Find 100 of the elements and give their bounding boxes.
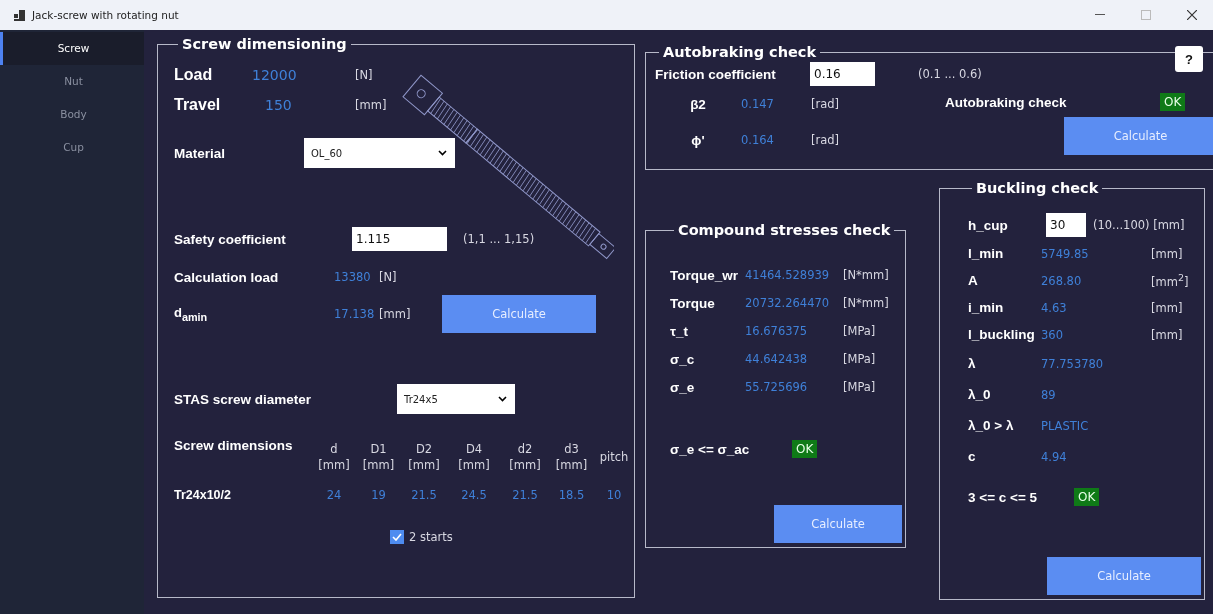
field-label: Calculation load [174, 269, 280, 285]
checkbox-label: 2 starts [409, 530, 453, 544]
safety-coefficient-field[interactable]: 1.115 [352, 227, 447, 251]
screw-diameter-dropdown[interactable]: Tr24x5 [397, 384, 515, 414]
sidebar-item[interactable]: Nut [0, 65, 144, 98]
table-cell-text: 24.5 [460, 488, 488, 502]
field-value: 4.63 [1041, 300, 1068, 315]
minimize-icon[interactable] [1095, 14, 1105, 16]
checkbox[interactable] [390, 530, 404, 544]
unit-label: [mm] [1151, 246, 1183, 261]
range-label: (1,1 ... 1,15) [463, 232, 535, 246]
field-value: 4.94 [1041, 449, 1068, 464]
field-label: Friction coefficient [655, 66, 777, 82]
field-label: λ [968, 356, 977, 371]
field-label: i_min [968, 300, 1005, 315]
field-value: 13380 [334, 270, 372, 284]
sidebar-item[interactable]: Body [0, 98, 144, 131]
field-value: 16.676375 [745, 324, 809, 338]
field-value: 150 [264, 97, 293, 113]
field-label: c [968, 449, 977, 464]
column-unit: [mm] [318, 458, 350, 472]
field-label: λ_0 [968, 387, 992, 402]
panel-title: Buckling check [975, 180, 1100, 196]
field-label: ϕ' [690, 132, 706, 148]
unit-label: [mm] [1151, 300, 1183, 315]
friction-coefficient-field[interactable]: 0.16 [810, 62, 875, 86]
sidebar-item[interactable]: Cup [0, 131, 144, 164]
field-value: 20732.264470 [745, 296, 831, 310]
field-label: Torque_wr [670, 267, 739, 283]
close-icon[interactable] [1187, 10, 1197, 20]
field-label: Safety coefficient [174, 231, 287, 247]
field-label: STAS screw diameter [174, 391, 313, 407]
panel-title: Screw dimensioning [181, 36, 348, 52]
column-header: d2 [517, 442, 533, 456]
unit-label: [N] [379, 270, 397, 284]
panel-title: Compound stresses check [677, 222, 892, 238]
field-label: σ_c [670, 351, 696, 367]
field-value: 55.725696 [745, 380, 809, 394]
app-icon [14, 9, 26, 21]
column-unit: [mm] [458, 458, 490, 472]
table-cell-text: 18.5 [557, 488, 586, 502]
column-header: D4 [465, 442, 483, 456]
field-label: A [968, 273, 979, 288]
column-unit: [mm] [362, 458, 395, 472]
table-cell-text: 21.5 [511, 488, 539, 502]
field-value: 360 [1041, 327, 1064, 342]
field-label: λ_0 > λ [968, 418, 1015, 433]
field-label: d$_{amin}$ [174, 305, 209, 323]
unit-label: [mm] [355, 98, 387, 112]
unit-label: [MPa] [843, 380, 876, 394]
field-value: 17.138 [334, 307, 376, 321]
material-dropdown[interactable]: OL_60 [304, 138, 455, 168]
unit-label: [MPa] [843, 324, 876, 338]
field-label: Material [174, 145, 227, 161]
chevron-icon [498, 396, 507, 402]
field-label: β2 [689, 96, 707, 112]
field-label: Travel [174, 96, 222, 114]
unit-label: [MPa] [843, 352, 876, 366]
panel-title: Autobraking check [662, 44, 818, 60]
field-value: 0.147 [741, 97, 775, 111]
chevron-icon [438, 150, 447, 156]
field-label: σ_e [670, 379, 696, 395]
help-button[interactable]: ? [1175, 46, 1203, 72]
table-cell-text: 24 [325, 488, 343, 502]
column-header: pitch [599, 450, 629, 464]
table-label: Screw dimensions [174, 438, 294, 453]
check-label: σ_e <= σ_ac [670, 441, 751, 457]
unit-label: [mm] [1151, 327, 1183, 342]
column-header: D1 [370, 442, 387, 456]
field-label: l_buckling [968, 327, 1036, 342]
row-header: Tr24x10/2 [174, 488, 232, 502]
unit-label: [rad] [811, 133, 840, 147]
field-label: l_min [968, 246, 1005, 261]
unit-label: [mm$^{2}$] [1151, 272, 1189, 289]
field-value: 44.642438 [745, 352, 809, 366]
unit-label: [rad] [811, 97, 840, 111]
unit-label: [N] [355, 68, 373, 82]
table-cell-text: 19 [370, 488, 387, 502]
column-header: d [330, 442, 338, 456]
column-unit: [mm] [408, 458, 440, 472]
unit-label: [N*mm] [843, 268, 889, 282]
column-unit: [mm] [555, 458, 588, 472]
check-label: 3 <= c <= 5 [968, 489, 1039, 505]
sidebar-item[interactable]: Screw [0, 32, 144, 65]
column-unit: [mm] [509, 458, 541, 472]
field-value: PLASTIC [1041, 418, 1090, 433]
status-badge: OK [1074, 488, 1100, 506]
unit-label: [mm] [379, 307, 412, 321]
field-value: 0.164 [741, 133, 775, 147]
status-badge: OK [1160, 93, 1186, 111]
field-value: 5749.85 [1041, 246, 1090, 261]
field-label: τ_t [670, 323, 690, 339]
field-value: 89 [1041, 387, 1057, 402]
unit-label: [N*mm] [843, 296, 889, 310]
table-cell-text: 10 [605, 488, 623, 502]
range-label: (0.1 ... 0.6) [918, 67, 982, 81]
field-label: h_cup [968, 217, 1009, 233]
window-title: Jack-screw with rotating nut [32, 9, 179, 21]
h-cup-field[interactable]: 30 [1046, 213, 1086, 237]
check-label: Autobraking check [945, 94, 1068, 110]
